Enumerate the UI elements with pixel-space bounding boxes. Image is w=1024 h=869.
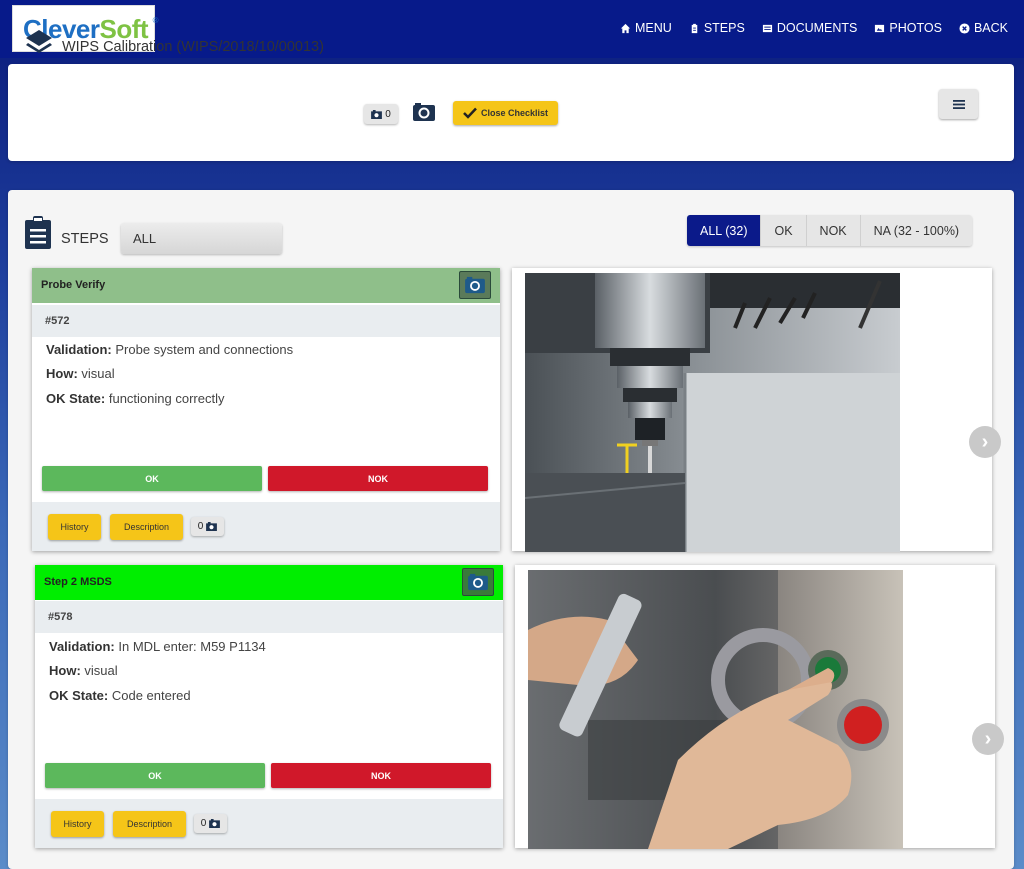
clipboard-icon <box>25 216 51 249</box>
ok-state-label: OK State: <box>49 688 109 703</box>
how-value: visual <box>81 366 115 381</box>
nav-photos[interactable]: PHOTOS <box>874 21 942 35</box>
filter-all[interactable]: ALL (32) <box>687 215 762 246</box>
step-title: Step 2 MSDS <box>35 565 503 600</box>
hamburger-menu-button[interactable] <box>939 89 978 119</box>
validation-label: Validation: <box>46 342 112 357</box>
how-label: How: <box>49 663 81 678</box>
step-card: Step 2 MSDS #578 Validation: In MDL ente… <box>35 565 503 848</box>
step-ok-state: OK State: Code entered <box>49 688 191 703</box>
probe-machine-image <box>525 273 900 552</box>
hands-control-panel-image <box>528 570 903 849</box>
how-label: How: <box>46 366 78 381</box>
nav-photos-label: PHOTOS <box>889 21 942 35</box>
close-circle-icon <box>959 22 970 34</box>
close-checklist-label: Close Checklist <box>480 108 549 118</box>
clipboard-icon <box>691 23 698 33</box>
nav-menu-label: MENU <box>635 21 672 35</box>
checkmark-icon <box>463 107 477 119</box>
validation-label: Validation: <box>49 639 115 654</box>
chevron-right-icon: › <box>981 430 989 453</box>
validation-value: In MDL enter: M59 P1134 <box>118 639 266 654</box>
step-card: Probe Verify #572 Validation: Probe syst… <box>32 268 500 551</box>
step-validation: Validation: Probe system and connections <box>46 342 293 357</box>
next-photo-button[interactable]: › <box>972 723 1004 755</box>
nok-button[interactable]: NOK <box>268 466 488 491</box>
camera-icon <box>465 276 485 294</box>
nav-back-label: BACK <box>973 21 1008 35</box>
camera-icon <box>371 109 383 119</box>
camera-icon[interactable] <box>412 102 436 122</box>
nav-documents-label: DOCUMENTS <box>776 21 858 35</box>
filter-na[interactable]: NA (32 - 100%) <box>860 215 973 246</box>
validation-value: Probe system and connections <box>115 342 294 357</box>
step-photo-count-button[interactable]: 0 <box>191 517 224 536</box>
ok-state-label: OK State: <box>46 391 106 406</box>
step-number: #572 <box>32 305 500 337</box>
nav-documents[interactable]: DOCUMENTS <box>762 21 858 35</box>
camera-icon <box>468 573 488 591</box>
step-camera-button[interactable] <box>459 271 491 299</box>
steps-filter-select[interactable]: ALL <box>121 223 282 254</box>
document-icon <box>762 24 772 32</box>
history-button[interactable]: History <box>48 514 101 540</box>
home-icon <box>620 23 631 33</box>
nav-menu[interactable]: MENU <box>620 21 672 35</box>
header-photo-count: 0 <box>385 108 391 120</box>
checklist-title: WIPS Calibration (WIPS/2018/10/00013) <box>62 39 324 55</box>
ok-button[interactable]: OK <box>42 466 262 491</box>
step-how: How: visual <box>46 366 115 381</box>
nav-links: MENU STEPS DOCUMENTS PHOTOS BACK <box>620 21 1008 35</box>
step-photo-count-button[interactable]: 0 <box>194 814 227 833</box>
status-filter-group: ALL (32) OK NOK NA (32 - 100%) <box>687 215 973 246</box>
next-photo-button[interactable]: › <box>969 426 1001 458</box>
step-ok-state: OK State: functioning correctly <box>46 391 224 406</box>
header-photo-count-button[interactable]: 0 <box>364 104 398 124</box>
ok-state-value: Code entered <box>111 688 191 703</box>
chevron-right-icon: › <box>984 727 992 750</box>
step-number: #578 <box>35 601 503 633</box>
step-camera-button[interactable] <box>462 568 494 596</box>
control-panel-photo[interactable] <box>528 570 903 849</box>
nok-button[interactable]: NOK <box>271 763 491 788</box>
photo-icon <box>875 24 885 32</box>
nav-steps[interactable]: STEPS <box>689 21 745 35</box>
close-checklist-button[interactable]: Close Checklist <box>453 101 558 125</box>
step-title: Probe Verify <box>32 268 500 303</box>
how-value: visual <box>84 663 118 678</box>
nav-back[interactable]: BACK <box>959 21 1008 35</box>
ok-button[interactable]: OK <box>45 763 265 788</box>
steps-heading: STEPS <box>61 231 109 247</box>
logo-mark: ® <box>152 16 159 25</box>
camera-icon <box>209 819 221 828</box>
layers-icon <box>26 30 52 53</box>
history-button[interactable]: History <box>51 811 104 837</box>
step-footer <box>32 502 500 551</box>
description-button[interactable]: Description <box>110 514 183 540</box>
nav-steps-label: STEPS <box>703 21 745 35</box>
step-footer <box>35 799 503 848</box>
description-button[interactable]: Description <box>113 811 186 837</box>
filter-ok[interactable]: OK <box>761 215 807 246</box>
step-photo-count: 0 <box>200 818 207 829</box>
probe-photo[interactable] <box>525 273 900 552</box>
hamburger-icon <box>952 99 965 109</box>
camera-icon <box>206 522 218 531</box>
step-validation: Validation: In MDL enter: M59 P1134 <box>49 639 266 654</box>
step-how: How: visual <box>49 663 118 678</box>
step-photo-count: 0 <box>197 521 204 532</box>
filter-nok[interactable]: NOK <box>806 215 861 246</box>
ok-state-value: functioning correctly <box>108 391 225 406</box>
